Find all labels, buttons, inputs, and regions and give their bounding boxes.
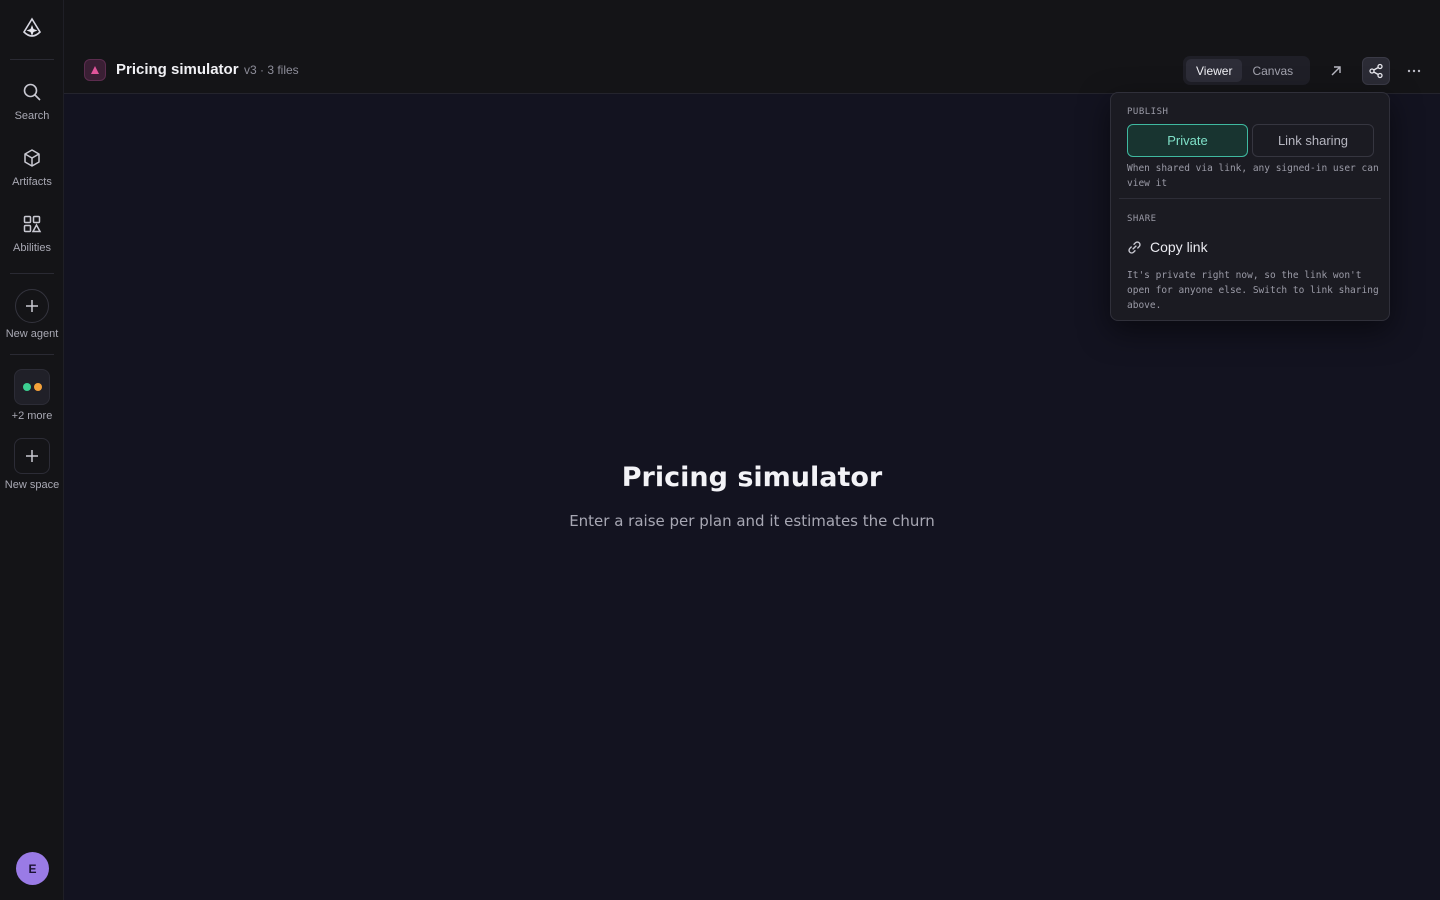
cube-icon [20,146,44,170]
dots-icon [14,369,50,405]
rail-divider [10,354,54,355]
popover-divider [1119,198,1381,199]
grid-icon [20,212,44,236]
share-icon [1369,63,1383,79]
plus-icon [15,289,49,323]
ellipsis-icon [1407,69,1421,73]
rail-item-label: New agent [5,328,59,340]
left-rail: Search Artifacts Abilities New agent +2 … [0,0,64,900]
link-sharing-button[interactable]: Link sharing [1252,124,1374,157]
rail-item-label: +2 more [11,410,53,422]
rail-item-label: New space [4,479,60,491]
artifact-subtitle: Enter a raise per plan and it estimates … [569,512,935,530]
copy-link-label: Copy link [1150,239,1208,255]
space-dot [33,383,42,391]
rail-item-label: Search [14,110,50,122]
artifact-title: Pricing simulator [621,462,883,493]
app-logo-icon[interactable] [17,14,47,44]
rail-item-label: Artifacts [12,176,52,188]
publish-heading: PUBLISH [1127,107,1169,117]
rail-item-new-space[interactable]: New space [0,438,64,493]
plus-icon [14,438,50,474]
space-dot [22,383,31,391]
page-title: Pricing simulator [116,61,239,78]
copy-link-button[interactable]: Copy link [1127,237,1208,257]
rail-item-abilities[interactable]: Abilities [0,212,64,264]
rail-item-more-spaces[interactable]: +2 more [0,369,64,424]
rail-item-artifacts[interactable]: Artifacts [0,146,64,198]
tab-canvas[interactable]: Canvas [1242,59,1303,82]
rail-item-new-agent[interactable]: New agent [0,289,64,344]
rail-item-search[interactable]: Search [0,80,64,132]
view-mode-toggle: Viewer Canvas [1183,56,1310,85]
rail-item-label: Abilities [13,242,51,254]
rail-divider [10,273,54,274]
top-header: Pricing simulator v3 · 3 files Viewer Ca… [64,0,1440,94]
share-heading: SHARE [1127,214,1157,224]
avatar[interactable]: E [16,852,49,885]
version-meta: v3 · 3 files [244,63,299,77]
share-popover: PUBLISH Private Link sharing When shared… [1110,92,1390,321]
private-button[interactable]: Private [1127,124,1248,157]
arrow-up-right-icon [1331,66,1341,76]
search-icon [20,80,44,104]
open-external-button[interactable] [1322,57,1350,85]
link-icon [1128,240,1141,254]
tab-viewer[interactable]: Viewer [1186,59,1243,82]
more-options-button[interactable] [1400,57,1428,85]
share-button[interactable] [1362,57,1390,85]
share-note: It's private right now, so the link won'… [1127,270,1379,311]
rail-divider [10,59,54,60]
artifact-triangle-icon [84,59,106,81]
publish-note: When shared via link, any signed-in user… [1127,163,1379,189]
